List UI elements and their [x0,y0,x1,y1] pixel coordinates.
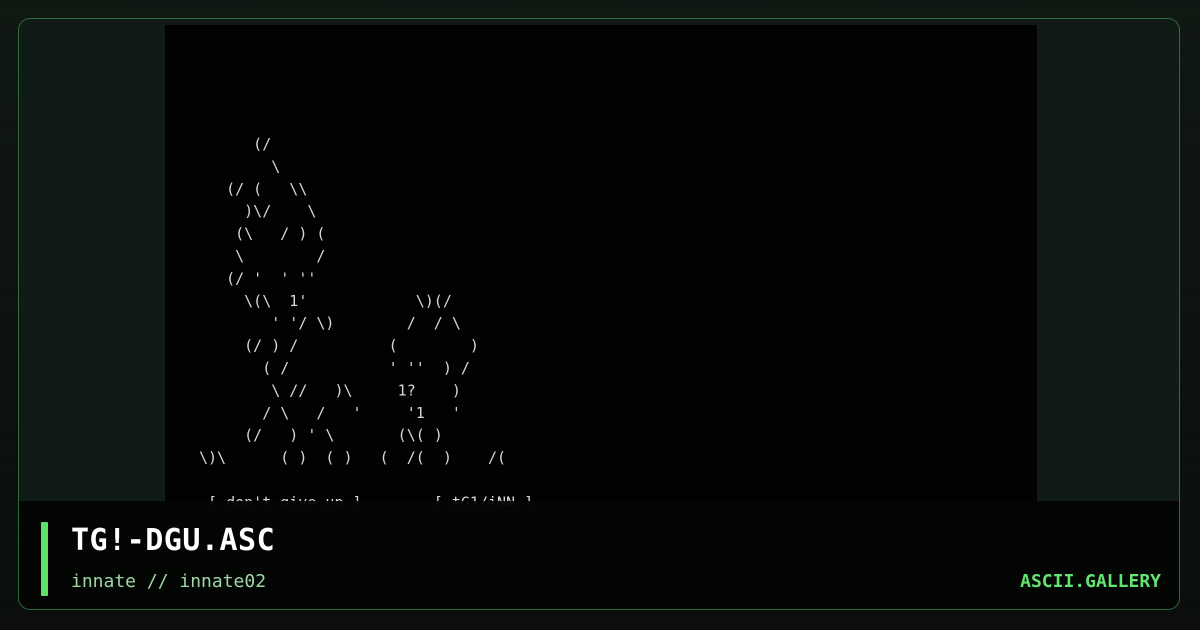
ascii-art-line: (/ ( \\ [199,180,307,198]
ascii-art-line: (/ ) ' \ (\( ) [199,426,443,444]
ascii-art-line: (\ / ) ( [199,225,325,243]
ascii-art-line: ( / ' '' ) / [199,359,470,377]
ascii-art-line: (/ ) / ( ) [199,337,479,355]
ascii-art: (/ \ (/ ( \\ )\/ \ (\ / ) ( \ / (/ ' ' '… [199,135,533,505]
ascii-art-line: \ [199,157,280,175]
caption-bar: TG!-DGU.ASC innate // innate02 ASCII.GAL… [19,501,1179,609]
accent-bar [41,522,48,596]
ascii-art-line: \(\ 1' \)(/ [199,292,452,310]
ascii-art-line: (/ ' ' '' [199,269,316,287]
card-frame: (/ \ (/ ( \\ )\/ \ (\ / ) ( \ / (/ ' ' '… [18,18,1180,610]
ascii-art-line: \ // )\ 1? ) [199,381,461,399]
site-brand: ASCII.GALLERY [1020,571,1161,592]
ascii-art-canvas: (/ \ (/ ( \\ )\/ \ (\ / ) ( \ / (/ ' ' '… [165,25,1037,505]
artwork-title: TG!-DGU.ASC [71,523,276,558]
ascii-art-line: ' '/ \) / / \ [199,314,461,332]
ascii-art-line: \ / [199,247,325,265]
ascii-art-line: (/ [199,135,271,153]
ascii-art-line: / \ / ' '1 ' [199,404,461,422]
ascii-art-line: )\/ \ [199,202,316,220]
artwork-subtitle: innate // innate02 [71,571,267,592]
ascii-art-line: \)\ ( ) ( ) ( /( ) /( [199,449,506,467]
